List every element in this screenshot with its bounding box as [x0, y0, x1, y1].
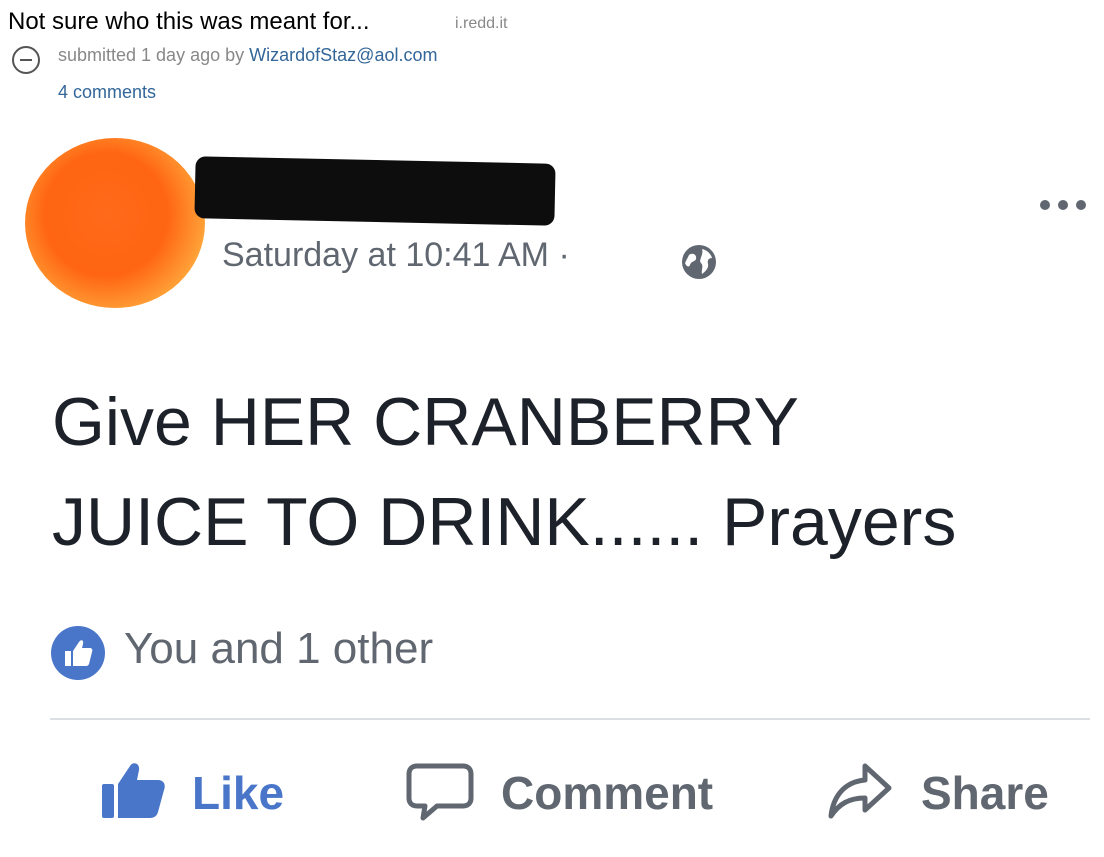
comments-link[interactable]: 4 comments	[58, 82, 156, 103]
more-icon[interactable]	[1038, 196, 1088, 214]
avatar[interactable]	[25, 138, 205, 308]
submission-info: submitted 1 day ago by WizardofStaz@aol.…	[58, 45, 437, 66]
like-label[interactable]: Like	[192, 766, 284, 820]
share-icon	[828, 763, 892, 819]
reddit-post-header: Not sure who this was meant for... i.red…	[0, 0, 1104, 110]
post-text-line-1: Give HER CRANBERRY	[52, 384, 799, 460]
post-timestamp[interactable]: Saturday at 10:41 AM ·	[222, 236, 570, 275]
comment-icon	[406, 763, 474, 821]
author-link[interactable]: WizardofStaz@aol.com	[249, 45, 437, 65]
post-body: Give HER CRANBERRY JUICE TO DRINK...... …	[52, 372, 1092, 572]
post-text-line-2: JUICE TO DRINK...... Prayers	[52, 484, 957, 560]
reactions-text[interactable]: You and 1 other	[124, 624, 433, 674]
share-label[interactable]: Share	[921, 766, 1049, 820]
thumbs-up-icon	[102, 763, 165, 818]
like-badge-icon	[51, 626, 105, 680]
globe-icon	[682, 245, 716, 279]
submitted-text: submitted 1 day ago by	[58, 45, 245, 65]
collapse-icon[interactable]	[12, 46, 40, 74]
post-domain[interactable]: i.redd.it	[455, 15, 507, 33]
divider	[50, 718, 1090, 720]
comment-label[interactable]: Comment	[501, 766, 713, 820]
timestamp-text[interactable]: Saturday at 10:41 AM	[222, 236, 549, 274]
timestamp-separator: ·	[558, 236, 570, 274]
redacted-name	[194, 156, 556, 226]
post-title[interactable]: Not sure who this was meant for...	[8, 8, 370, 36]
